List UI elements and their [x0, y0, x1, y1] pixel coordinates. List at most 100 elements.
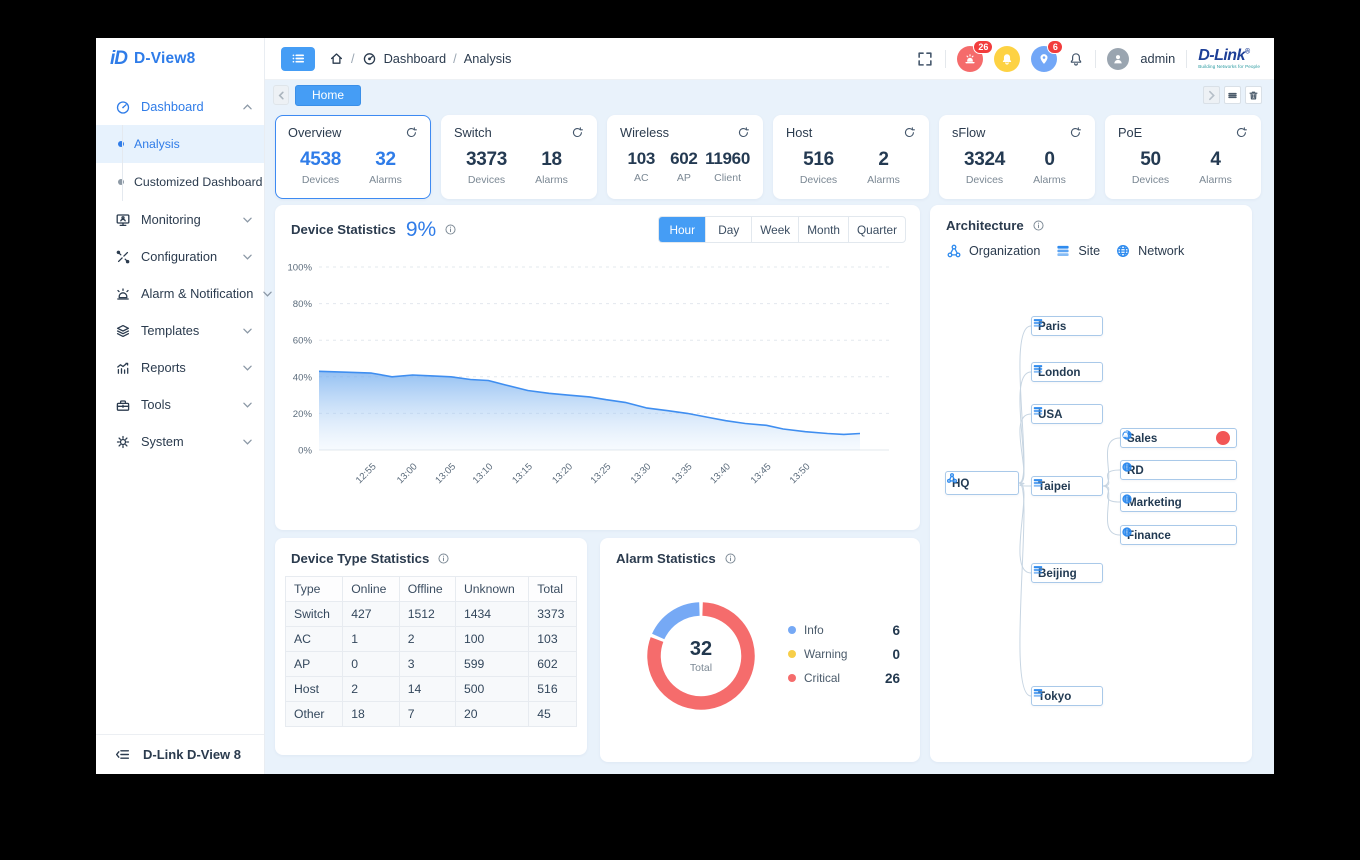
sidebar-item-tools[interactable]: Tools [96, 386, 264, 423]
critical-alarm-button[interactable]: 26 [957, 46, 983, 72]
panel-title: Architecture [946, 218, 1024, 233]
tree-node-hq[interactable]: HQ [945, 471, 1019, 495]
network-icon[interactable] [1115, 243, 1131, 259]
sidebar-item-dashboard[interactable]: Dashboard [96, 88, 264, 125]
tree-node-marketing[interactable]: Marketing [1120, 492, 1237, 512]
bullet-icon [118, 141, 124, 147]
warning-alarm-button[interactable] [994, 46, 1020, 72]
user-avatar[interactable] [1107, 48, 1129, 70]
sidebar-item-customized-dashboard[interactable]: Customized Dashboard [96, 163, 264, 201]
device-statistics-panel: Device Statistics 9% HourDayWeekMonthQua… [275, 205, 920, 530]
tab-scroll-left-button[interactable] [273, 85, 289, 105]
collapse-sidebar-button[interactable]: D-Link D-View 8 [96, 734, 264, 774]
notification-bell-icon[interactable] [1068, 51, 1084, 67]
site-icon[interactable] [1055, 243, 1071, 259]
metric-label: Devices [800, 174, 837, 186]
username-label[interactable]: admin [1140, 51, 1175, 66]
tab-scroll-right-button[interactable] [1203, 86, 1220, 104]
info-icon[interactable] [437, 552, 450, 565]
table-row-ac: AC12100103 [286, 627, 577, 652]
breadcrumb-menu-button[interactable] [281, 47, 315, 71]
chevron-down-icon [243, 439, 252, 445]
summary-card-poe[interactable]: PoE 50 Devices 4 Alarms [1105, 115, 1261, 199]
breadcrumb-separator: / [351, 51, 355, 66]
location-alert-button[interactable]: 6 [1031, 46, 1057, 72]
sidebar-item-label: Reports [141, 360, 233, 375]
info-icon[interactable] [1032, 219, 1045, 232]
info-icon[interactable] [724, 552, 737, 565]
refresh-icon[interactable] [737, 126, 750, 139]
tree-node-finance[interactable]: Finance [1120, 525, 1237, 545]
table-cell: 0 [343, 652, 399, 677]
alarm-legend-critical[interactable]: Critical 26 [788, 666, 900, 690]
site-icon [1032, 564, 1044, 576]
table-cell: 516 [529, 677, 577, 702]
alarm-legend-warning[interactable]: Warning 0 [788, 642, 900, 666]
refresh-icon[interactable] [903, 126, 916, 139]
dview-logo-icon: iD [110, 48, 127, 70]
tree-node-sales[interactable]: Sales [1120, 428, 1237, 448]
organization-icon[interactable] [946, 243, 962, 259]
breadcrumb: / Dashboard / Analysis [329, 51, 511, 66]
summary-card-host[interactable]: Host 516 Devices 2 Alarms [773, 115, 929, 199]
chevron-down-icon [243, 254, 252, 260]
table-header-unknown: Unknown [455, 577, 528, 602]
tree-node-beijing[interactable]: Beijing [1031, 563, 1103, 583]
tree-node-paris[interactable]: Paris [1031, 316, 1103, 336]
tree-node-tokyo[interactable]: Tokyo [1031, 686, 1103, 706]
summary-card-wireless[interactable]: Wireless 103 AC 602 AP 11960 Client [607, 115, 763, 199]
table-row-switch: Switch427151214343373 [286, 602, 577, 627]
range-button-hour[interactable]: Hour [659, 217, 705, 242]
dlink-tagline: Building Networks for People [1198, 65, 1260, 70]
tree-node-taipei[interactable]: Taipei [1031, 476, 1103, 496]
sidebar-item-monitoring[interactable]: Monitoring [96, 201, 264, 238]
table-row-host: Host214500516 [286, 677, 577, 702]
tab-menu-button[interactable] [1224, 86, 1241, 104]
range-button-day[interactable]: Day [705, 217, 751, 242]
app-window: iD D-View8 Dashboard Analysis Customized… [96, 38, 1274, 774]
refresh-icon[interactable] [405, 126, 418, 139]
svg-text:13:15: 13:15 [510, 461, 535, 486]
refresh-icon[interactable] [571, 126, 584, 139]
table-cell: 3373 [529, 602, 577, 627]
sidebar-subitem-label: Analysis [134, 137, 180, 151]
alarm-legend-info[interactable]: Info 6 [788, 618, 900, 642]
fullscreen-icon[interactable] [916, 50, 934, 68]
chevron-down-icon [243, 217, 252, 223]
organization-icon [946, 472, 958, 484]
app-logo[interactable]: iD D-View8 [96, 38, 264, 80]
sidebar-item-alarm-notification[interactable]: Alarm & Notification [96, 275, 264, 312]
home-icon[interactable] [329, 51, 344, 66]
sidebar-item-analysis[interactable]: Analysis [96, 125, 264, 163]
chevron-down-icon [243, 328, 252, 334]
site-icon [1032, 405, 1044, 417]
card-metric-devices: 516 Devices [786, 149, 851, 186]
breadcrumb-dashboard[interactable]: Dashboard [384, 51, 447, 66]
sidebar-item-label: Monitoring [141, 212, 233, 227]
architecture-panel: Architecture OrganizationSiteNetwork HQ … [930, 205, 1252, 762]
sidebar-item-system[interactable]: System [96, 423, 264, 460]
summary-card-overview[interactable]: Overview 4538 Devices 32 Alarms [275, 115, 431, 199]
sidebar-item-reports[interactable]: Reports [96, 349, 264, 386]
range-button-quarter[interactable]: Quarter [848, 217, 905, 242]
card-metric-alarms: 2 Alarms [851, 149, 916, 186]
info-icon[interactable] [444, 223, 457, 236]
network-icon [1121, 493, 1133, 505]
tab-delete-button[interactable] [1245, 86, 1262, 104]
summary-card-switch[interactable]: Switch 3373 Devices 18 Alarms [441, 115, 597, 199]
tree-node-london[interactable]: London [1031, 362, 1103, 382]
breadcrumb-analysis[interactable]: Analysis [464, 51, 512, 66]
range-button-week[interactable]: Week [751, 217, 798, 242]
sidebar-item-templates[interactable]: Templates [96, 312, 264, 349]
legend-value: 0 [892, 647, 900, 662]
sidebar-item-configuration[interactable]: Configuration [96, 238, 264, 275]
tab-home[interactable]: Home [295, 85, 361, 106]
refresh-icon[interactable] [1235, 126, 1248, 139]
svg-text:13:45: 13:45 [749, 461, 774, 486]
tree-node-rd[interactable]: RD [1120, 460, 1237, 480]
refresh-icon[interactable] [1069, 126, 1082, 139]
range-button-month[interactable]: Month [798, 217, 848, 242]
menu-list-icon [291, 51, 306, 66]
tree-node-usa[interactable]: USA [1031, 404, 1103, 424]
summary-card-sflow[interactable]: sFlow 3324 Devices 0 Alarms [939, 115, 1095, 199]
